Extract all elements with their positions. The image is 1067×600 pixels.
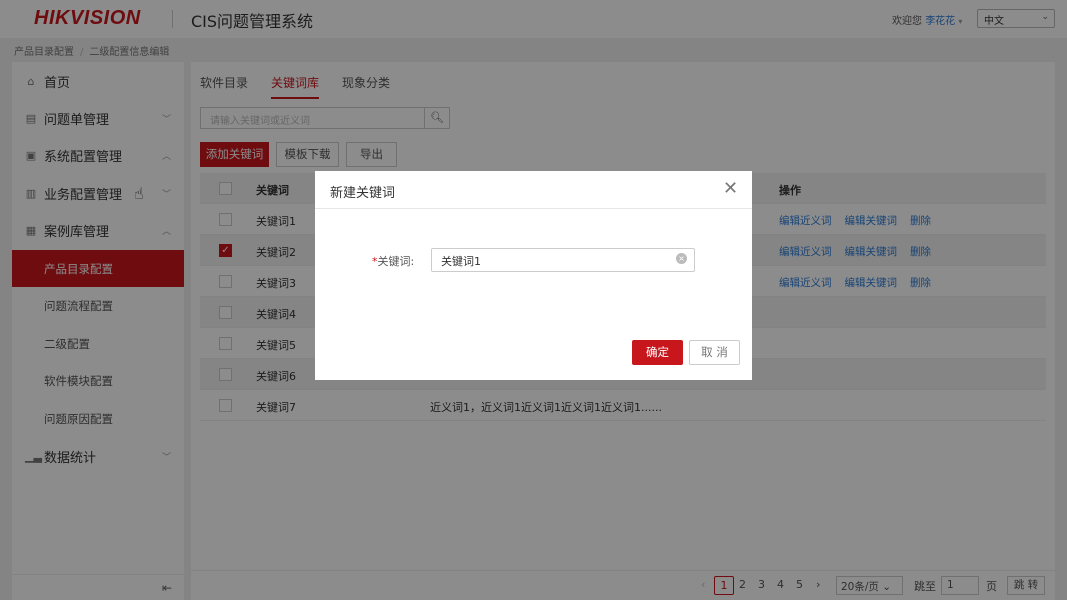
keyword-input[interactable]: 关键词1 [431,248,695,272]
dialog-divider [315,208,752,209]
keyword-field-label: *关键词: [372,253,414,269]
close-icon[interactable]: ✕ [723,178,738,199]
keyword-field-label-text: 关键词: [377,255,415,268]
new-keyword-dialog: 新建关键词 ✕ *关键词: 关键词1 × 确定 取 消 [315,171,752,380]
dialog-title: 新建关键词 [330,186,396,201]
clear-icon[interactable]: × [676,253,687,264]
cancel-button[interactable]: 取 消 [689,340,740,365]
confirm-button[interactable]: 确定 [632,340,683,365]
